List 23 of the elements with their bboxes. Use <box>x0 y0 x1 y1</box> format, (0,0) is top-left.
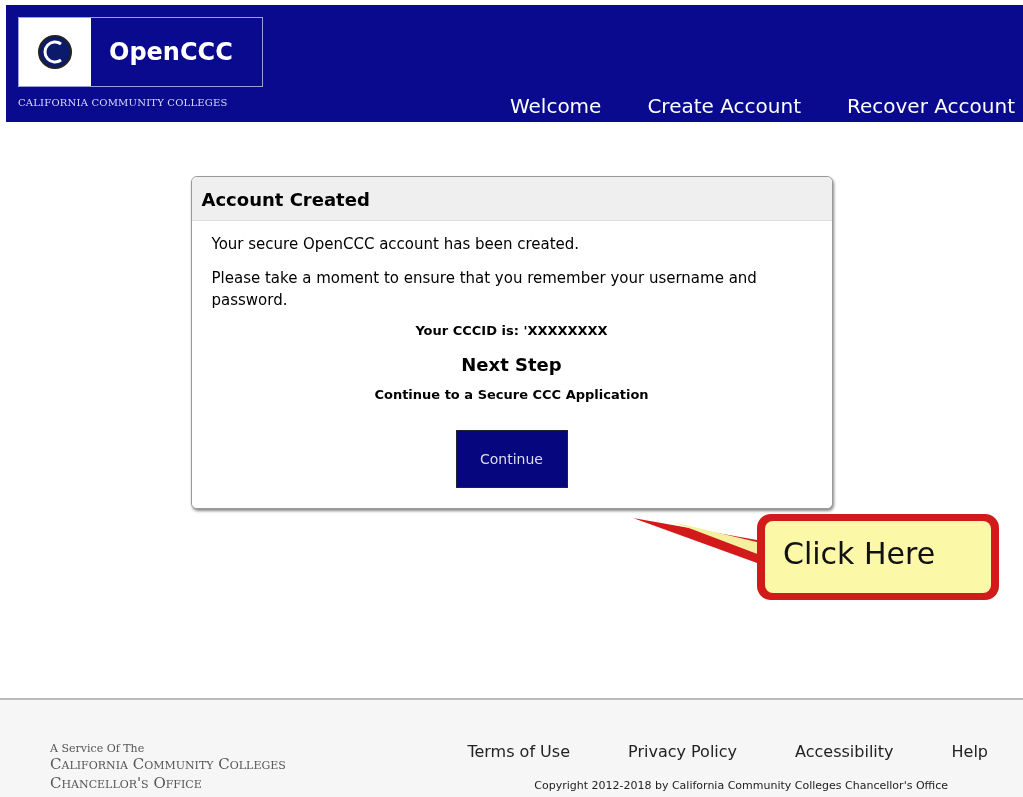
cccid-text: Your CCCID is: 'XXXXXXXX <box>414 323 609 338</box>
logo-icon <box>37 34 73 70</box>
footer-link[interactable]: Help <box>951 742 988 761</box>
footer-link[interactable]: Accessibility <box>795 742 894 761</box>
nav-link[interactable]: Create Account <box>647 94 801 118</box>
logo-text: OpenCCC <box>109 38 233 66</box>
logo[interactable]: OpenCCC <box>18 17 263 87</box>
next-step-text: Continue to a Secure CCC Application <box>373 387 650 402</box>
subtitle: CALIFORNIA COMMUNITY COLLEGES <box>18 97 229 108</box>
organization-name: Chancellor's Office <box>50 774 203 793</box>
callout-text: Click Here <box>783 536 936 571</box>
nav-link[interactable]: Recover Account <box>847 94 1015 118</box>
footer-link[interactable]: Privacy Policy <box>628 742 738 761</box>
footer-link[interactable]: Terms of Use <box>467 742 570 761</box>
organization-name: California Community Colleges <box>50 755 286 774</box>
next-step-heading: Next Step <box>460 354 563 375</box>
message: Your secure OpenCCC account has been created. <box>211 234 581 255</box>
card-title: Account Created <box>201 189 370 210</box>
service-label: A Service Of The <box>50 742 146 755</box>
reminder: Please take a moment to ensure that you remember your username and password. <box>211 268 758 311</box>
nav-link[interactable]: Welcome <box>509 94 602 118</box>
copyright: Copyright 2012-2018 by California Community Colleges Chancellor's Office <box>534 779 948 792</box>
continue-button[interactable]: Continue <box>455 430 568 488</box>
